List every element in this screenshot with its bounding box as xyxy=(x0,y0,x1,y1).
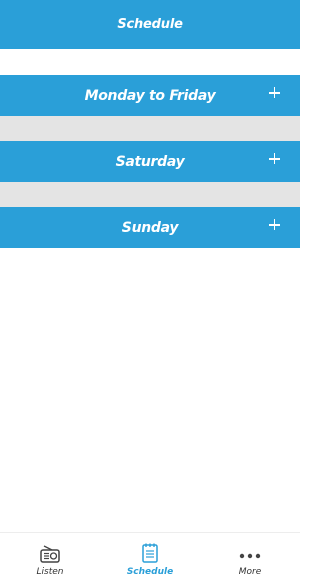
tab-label: More xyxy=(238,567,262,577)
page-title: Schedule xyxy=(117,17,183,32)
header-spacer xyxy=(0,49,300,75)
schedule-icon xyxy=(142,543,158,563)
expand-plus-icon[interactable] xyxy=(269,87,280,98)
section-monday-to-friday[interactable]: Monday to Friday xyxy=(0,75,300,116)
section-label: Monday to Friday xyxy=(84,87,216,104)
bottom-tab-bar: Listen Schedule More xyxy=(0,532,300,583)
section-divider xyxy=(0,182,300,207)
section-saturday[interactable]: Saturday xyxy=(0,141,300,182)
section-label: Sunday xyxy=(121,219,179,236)
header-bar: Schedule xyxy=(0,0,300,49)
expand-plus-icon[interactable] xyxy=(269,219,280,230)
tab-label: Listen xyxy=(36,567,64,577)
tab-listen[interactable]: Listen xyxy=(0,533,100,583)
tab-schedule[interactable]: Schedule xyxy=(100,533,200,583)
section-sunday[interactable]: Sunday xyxy=(0,207,300,248)
section-divider xyxy=(0,116,300,141)
radio-icon xyxy=(40,545,60,563)
section-label: Saturday xyxy=(115,153,185,170)
tab-more[interactable]: More xyxy=(200,533,300,583)
more-dots-icon xyxy=(239,553,261,559)
tab-label: Schedule xyxy=(126,567,174,577)
expand-plus-icon[interactable] xyxy=(269,153,280,164)
